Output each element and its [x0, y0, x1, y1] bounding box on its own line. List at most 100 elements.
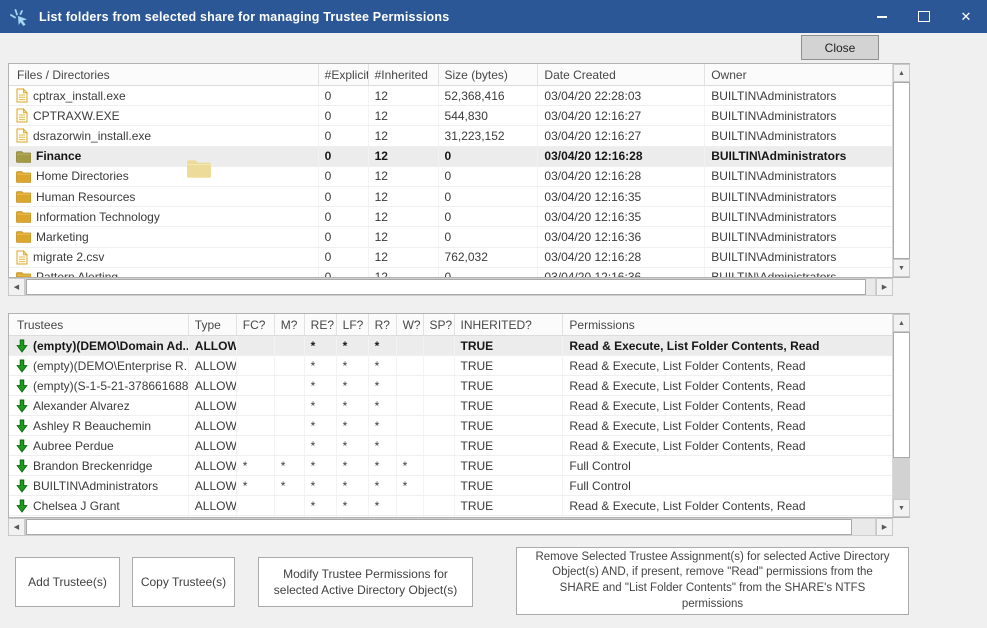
scroll-thumb[interactable]: [893, 332, 910, 458]
down-arrow-icon: [16, 479, 28, 493]
lf-cell: *: [337, 496, 369, 515]
table-row[interactable]: Information Technology012003/04/20 12:16…: [9, 207, 893, 227]
table-row[interactable]: Derek E DublerALLOW***TRUERead & Execute…: [9, 516, 893, 517]
table-row[interactable]: CPTRAXW.EXE012544,83003/04/20 12:16:27BU…: [9, 106, 893, 126]
column-header[interactable]: Owner: [705, 64, 893, 85]
column-header[interactable]: LF?: [337, 314, 369, 335]
type-cell: ALLOW: [189, 336, 237, 355]
trustees-vertical-scrollbar[interactable]: ▲ ▼: [892, 314, 909, 517]
name-cell: Information Technology: [9, 207, 319, 226]
column-header[interactable]: W?: [397, 314, 424, 335]
explicit-cell: 0: [319, 248, 369, 267]
column-header[interactable]: M?: [275, 314, 305, 335]
scroll-thumb[interactable]: [893, 82, 910, 259]
inherited-cell: 12: [369, 167, 439, 186]
column-header[interactable]: Trustees: [9, 314, 189, 335]
scroll-right-icon[interactable]: ▶: [876, 518, 893, 536]
table-row[interactable]: Pattern Alerting012003/04/20 12:16:36BUI…: [9, 268, 893, 277]
close-icon: ✕: [961, 10, 972, 23]
column-header[interactable]: SP?: [424, 314, 455, 335]
down-arrow-icon: [16, 499, 28, 513]
re-cell: *: [305, 356, 337, 375]
column-header[interactable]: #Inherited: [369, 64, 439, 85]
scroll-down-icon[interactable]: ▼: [893, 259, 910, 277]
trustees-horizontal-scrollbar[interactable]: ◀ ▶: [8, 518, 893, 536]
column-header[interactable]: RE?: [305, 314, 337, 335]
table-row[interactable]: (empty)(DEMO\Enterprise R...ALLOW***TRUE…: [9, 356, 893, 376]
down-arrow-icon: [16, 459, 28, 473]
table-row[interactable]: dsrazorwin_install.exe01231,223,15203/04…: [9, 126, 893, 146]
table-row[interactable]: cptrax_install.exe01252,368,41603/04/20 …: [9, 86, 893, 106]
column-header[interactable]: Size (bytes): [439, 64, 539, 85]
owner-cell: BUILTIN\Administrators: [705, 167, 893, 186]
explicit-cell: 0: [319, 167, 369, 186]
sp-cell: [424, 376, 455, 395]
m-cell: [275, 436, 305, 455]
scroll-track[interactable]: [893, 332, 910, 499]
close-button[interactable]: Close: [801, 35, 879, 60]
scroll-thumb[interactable]: [26, 519, 852, 535]
column-header[interactable]: FC?: [237, 314, 275, 335]
column-header[interactable]: Permissions: [563, 314, 893, 335]
scroll-track[interactable]: [25, 278, 876, 296]
table-row[interactable]: BUILTIN\AdministratorsALLOW******TRUEFul…: [9, 476, 893, 496]
scroll-up-icon[interactable]: ▲: [893, 314, 910, 332]
date-cell: 03/04/20 12:16:27: [538, 126, 705, 145]
size-cell: 0: [439, 167, 539, 186]
permissions-cell: Read & Execute, List Folder Contents, Re…: [563, 396, 893, 415]
scroll-track[interactable]: [893, 82, 910, 259]
column-header[interactable]: Date Created: [538, 64, 705, 85]
copy-trustee-button[interactable]: Copy Trustee(s): [132, 557, 235, 607]
file-icon: [16, 108, 28, 123]
scroll-track[interactable]: [25, 518, 876, 536]
lf-cell: *: [337, 336, 369, 355]
table-row[interactable]: Alexander AlvarezALLOW***TRUERead & Exec…: [9, 396, 893, 416]
r-cell: *: [369, 416, 397, 435]
files-vertical-scrollbar[interactable]: ▲ ▼: [892, 64, 909, 277]
window-title: List folders from selected share for man…: [39, 10, 449, 24]
scroll-thumb[interactable]: [26, 279, 866, 295]
name-cell: migrate 2.csv: [9, 248, 319, 267]
column-header[interactable]: R?: [369, 314, 397, 335]
table-row[interactable]: migrate 2.csv012762,03203/04/20 12:16:28…: [9, 248, 893, 268]
table-row[interactable]: Aubree PerdueALLOW***TRUERead & Execute,…: [9, 436, 893, 456]
column-header[interactable]: Type: [189, 314, 237, 335]
scroll-up-icon[interactable]: ▲: [893, 64, 910, 82]
table-row[interactable]: Brandon BreckenridgeALLOW******TRUEFull …: [9, 456, 893, 476]
table-row[interactable]: Chelsea J GrantALLOW***TRUERead & Execut…: [9, 496, 893, 516]
table-row[interactable]: (empty)(S-1-5-21-378661688...ALLOW***TRU…: [9, 376, 893, 396]
column-header[interactable]: #Explicit: [319, 64, 369, 85]
maximize-button[interactable]: [903, 0, 945, 33]
close-window-button[interactable]: ✕: [945, 0, 987, 33]
scroll-right-icon[interactable]: ▶: [876, 278, 893, 296]
titlebar[interactable]: List folders from selected share for man…: [0, 0, 987, 33]
permissions-cell: Read & Execute, List Folder Contents, Re…: [563, 436, 893, 455]
folder-icon: [16, 150, 31, 163]
modify-trustee-permissions-button[interactable]: Modify Trustee Permissions for selected …: [258, 557, 473, 607]
scroll-down-icon[interactable]: ▼: [893, 499, 910, 517]
table-row[interactable]: (empty)(DEMO\Domain Ad...ALLOW***TRUERea…: [9, 336, 893, 356]
owner-cell: BUILTIN\Administrators: [705, 207, 893, 226]
table-row[interactable]: Home Directories012003/04/20 12:16:28BUI…: [9, 167, 893, 187]
files-horizontal-scrollbar[interactable]: ◀ ▶: [8, 278, 893, 296]
inherited-cell: TRUE: [455, 356, 564, 375]
r-cell: *: [369, 356, 397, 375]
table-row[interactable]: Human Resources012003/04/20 12:16:35BUIL…: [9, 187, 893, 207]
type-cell: ALLOW: [189, 516, 237, 517]
minimize-button[interactable]: [861, 0, 903, 33]
scroll-left-icon[interactable]: ◀: [8, 278, 25, 296]
type-cell: ALLOW: [189, 456, 237, 475]
permissions-cell: Read & Execute, List Folder Contents, Re…: [563, 416, 893, 435]
table-row[interactable]: Marketing012003/04/20 12:16:36BUILTIN\Ad…: [9, 227, 893, 247]
remove-trustee-assignments-button[interactable]: Remove Selected Trustee Assignment(s) fo…: [516, 547, 909, 615]
name-cell: (empty)(S-1-5-21-378661688...: [9, 376, 189, 395]
add-trustee-button[interactable]: Add Trustee(s): [15, 557, 120, 607]
column-header[interactable]: Files / Directories: [9, 64, 319, 85]
table-row[interactable]: Finance012003/04/20 12:16:28BUILTIN\Admi…: [9, 147, 893, 167]
owner-cell: BUILTIN\Administrators: [705, 248, 893, 267]
scroll-left-icon[interactable]: ◀: [8, 518, 25, 536]
type-cell: ALLOW: [189, 376, 237, 395]
table-row[interactable]: Ashley R BeaucheminALLOW***TRUERead & Ex…: [9, 416, 893, 436]
column-header[interactable]: INHERITED?: [455, 314, 564, 335]
re-cell: *: [305, 396, 337, 415]
